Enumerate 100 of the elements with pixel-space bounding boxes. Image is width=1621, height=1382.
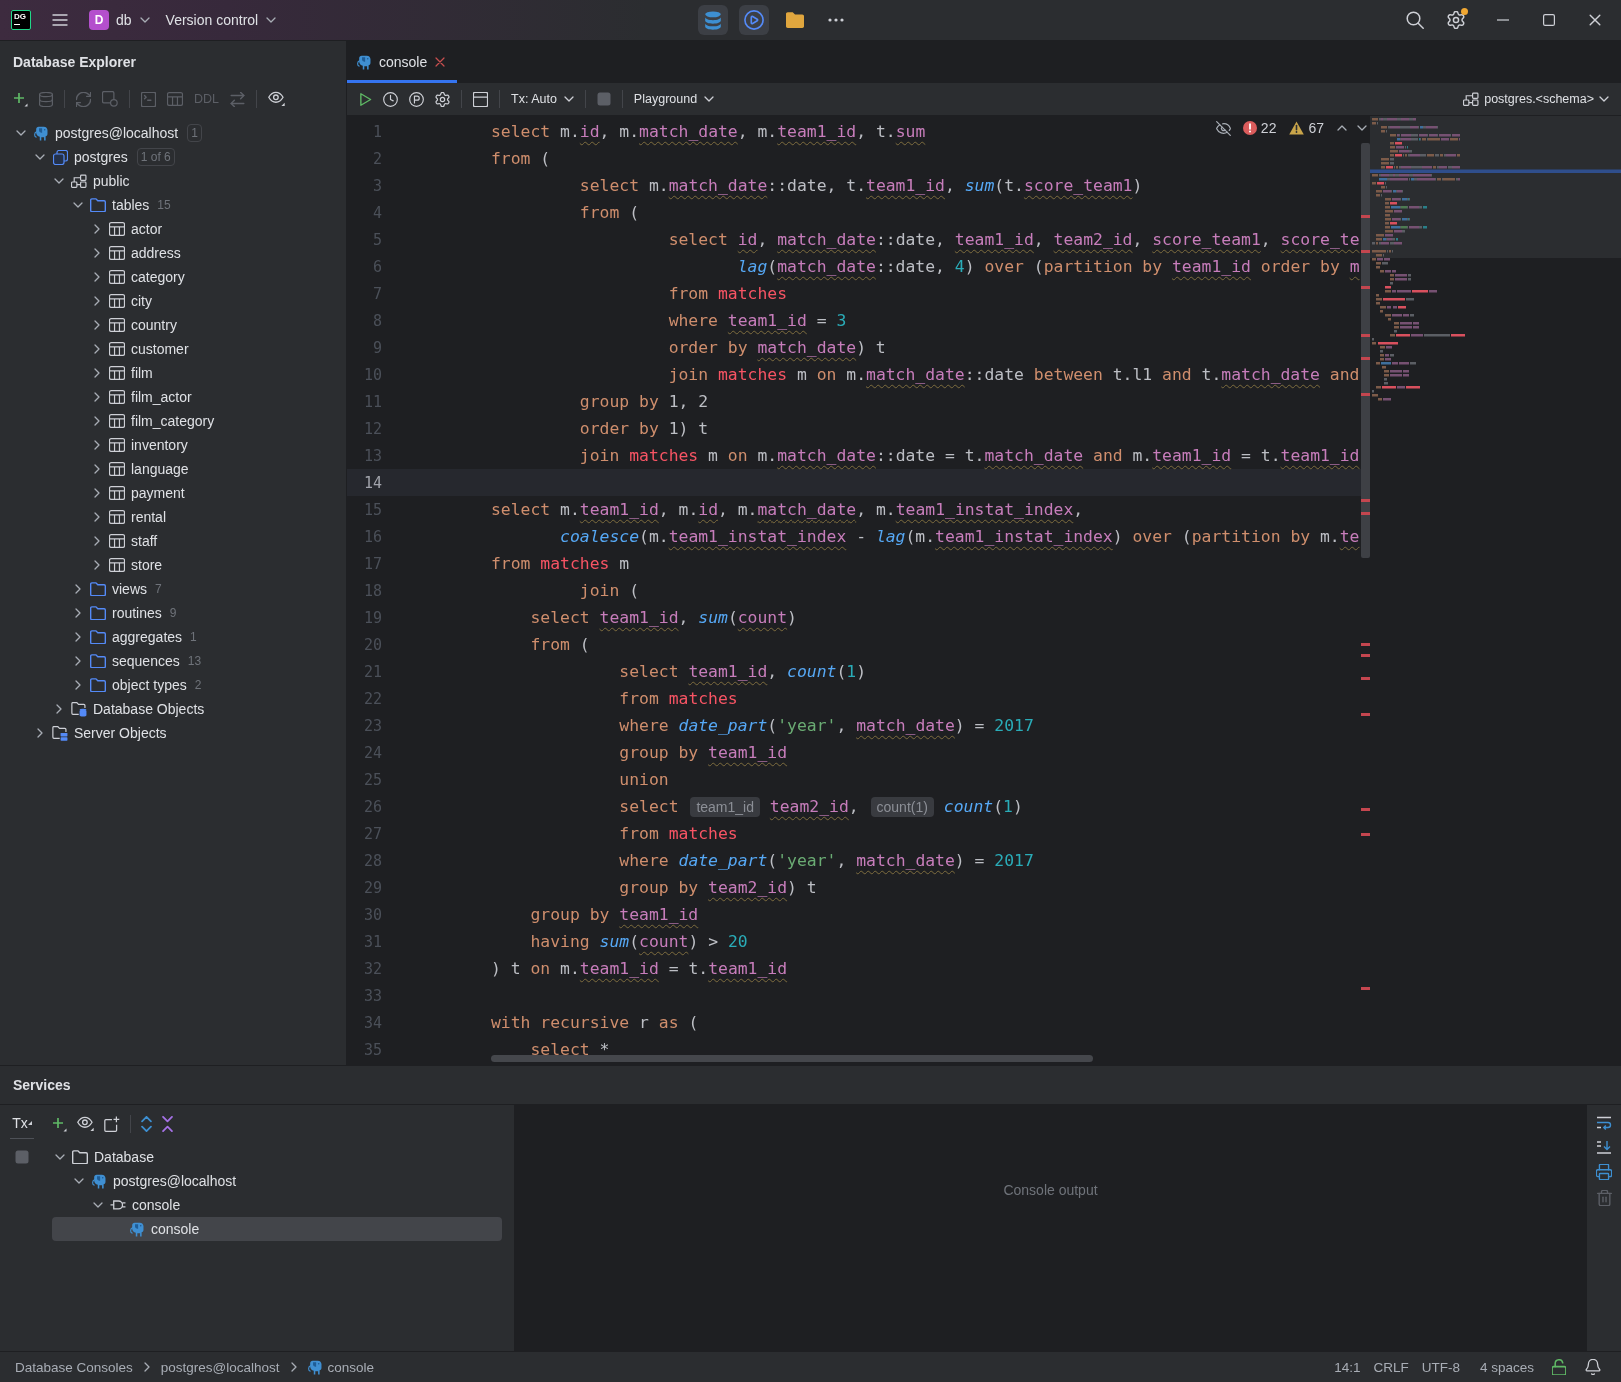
file-encoding[interactable]: UTF-8 <box>1421 1359 1460 1375</box>
chevron-right-icon[interactable] <box>94 560 100 570</box>
tree-item-label[interactable]: public <box>93 173 130 189</box>
chevron-right-icon[interactable] <box>94 224 100 234</box>
clock-icon[interactable] <box>383 91 398 107</box>
eye-icon[interactable] <box>268 91 285 107</box>
error-marker-icon[interactable] <box>1361 808 1370 811</box>
error-marker-icon[interactable] <box>1361 833 1370 836</box>
error-marker-icon[interactable] <box>1361 677 1370 680</box>
tree-item-label[interactable]: Server Objects <box>74 725 167 741</box>
error-marker-icon[interactable] <box>1361 987 1370 990</box>
chevron-down-icon[interactable] <box>16 130 26 136</box>
bell-icon[interactable] <box>1585 1359 1601 1375</box>
chevron-right-icon[interactable] <box>94 392 100 402</box>
play-icon[interactable] <box>359 91 372 107</box>
tree-item-label[interactable]: postgres@localhost <box>55 125 179 141</box>
panel-icon[interactable] <box>473 91 488 107</box>
error-marker-icon[interactable] <box>1361 357 1370 360</box>
chevron-down-icon[interactable] <box>73 202 83 208</box>
wrap-icon[interactable] <box>1596 1116 1612 1130</box>
vcs-dropdown[interactable]: Version control <box>165 12 277 28</box>
warning-count[interactable]: 67 <box>1308 120 1324 136</box>
tree-item-label[interactable]: payment <box>131 485 185 501</box>
maximize-icon[interactable] <box>1543 14 1555 26</box>
error-marker-icon[interactable] <box>1361 654 1370 657</box>
horizontal-scrollbar-thumb[interactable] <box>491 1055 1093 1062</box>
tree-item-label[interactable]: console <box>132 1197 181 1213</box>
printer-icon[interactable] <box>1596 1164 1612 1180</box>
chevron-up-icon[interactable] <box>1337 125 1347 131</box>
tree-item-label[interactable]: store <box>131 557 163 573</box>
chevron-right-icon[interactable] <box>94 248 100 258</box>
tree-item-label[interactable]: city <box>131 293 152 309</box>
search-icon[interactable] <box>1406 11 1424 29</box>
square-plus-icon[interactable] <box>104 1116 120 1132</box>
chevron-down-icon[interactable] <box>54 178 64 184</box>
tree-item-label[interactable]: routines <box>112 605 162 621</box>
expand-all-icon[interactable] <box>141 1116 152 1132</box>
settings-icon[interactable] <box>1447 11 1465 29</box>
chevron-right-icon[interactable] <box>94 464 100 474</box>
tree-item-label[interactable]: object types <box>112 677 187 693</box>
lock-open-icon[interactable] <box>1552 1359 1566 1375</box>
add-icon[interactable] <box>13 91 28 107</box>
tree-item-label[interactable]: views <box>112 581 147 597</box>
chevron-right-icon[interactable] <box>94 368 100 378</box>
error-marker-icon[interactable] <box>1361 713 1370 716</box>
tree-item-label[interactable]: sequences <box>112 653 180 669</box>
error-marker-icon[interactable] <box>1361 334 1370 337</box>
tree-item-label[interactable]: postgres@localhost <box>113 1173 237 1189</box>
scroll-end-icon[interactable] <box>1596 1140 1612 1154</box>
chevron-right-icon[interactable] <box>94 536 100 546</box>
settings-icon[interactable] <box>435 91 450 107</box>
chevron-right-icon[interactable] <box>75 608 81 618</box>
indent-setting[interactable]: 4 spaces <box>1479 1359 1534 1375</box>
add-icon[interactable] <box>52 1116 67 1132</box>
database-button[interactable] <box>698 5 729 35</box>
chevron-right-icon[interactable] <box>94 344 100 354</box>
error-marker-icon[interactable] <box>1361 499 1370 502</box>
eye-icon[interactable] <box>77 1116 94 1132</box>
chevron-right-icon[interactable] <box>94 440 100 450</box>
error-marker-icon[interactable] <box>1361 643 1370 646</box>
chevron-right-icon[interactable] <box>56 704 62 714</box>
tree-item-label[interactable]: address <box>131 245 181 261</box>
tree-item-label[interactable]: language <box>131 461 189 477</box>
tx-mode-dropdown[interactable]: Tx: Auto <box>511 92 574 106</box>
tree-item-label[interactable]: aggregates <box>112 629 183 645</box>
tree-item-label[interactable]: country <box>131 317 177 333</box>
playground-dropdown[interactable]: Playground <box>633 92 715 106</box>
scrollbar-thumb[interactable] <box>1361 143 1370 558</box>
breadcrumb[interactable]: postgres@localhost <box>160 1359 280 1375</box>
chevron-right-icon[interactable] <box>94 416 100 426</box>
chevron-right-icon[interactable] <box>94 488 100 498</box>
eye-off-icon[interactable] <box>1215 120 1231 136</box>
error-marker-icon[interactable] <box>1361 215 1370 218</box>
breadcrumb[interactable]: console <box>307 1359 375 1375</box>
chevron-down-icon[interactable] <box>35 154 45 160</box>
tree-item-label[interactable]: rental <box>131 509 167 525</box>
error-marker-icon[interactable] <box>1361 250 1370 253</box>
tree-item-label[interactable]: postgres <box>74 149 128 165</box>
project-dropdown[interactable]: db <box>116 12 150 28</box>
chevron-right-icon[interactable] <box>94 320 100 330</box>
tree-item-label[interactable]: film <box>131 365 153 381</box>
tree-item-label[interactable]: actor <box>131 221 163 237</box>
tx-mode-button[interactable]: Tx <box>10 1110 34 1139</box>
tree-item-label[interactable]: console <box>151 1221 200 1237</box>
chevron-down-icon[interactable] <box>93 1202 103 1208</box>
tree-item-label[interactable]: Database Objects <box>93 701 205 717</box>
tree-item-label[interactable]: staff <box>131 533 158 549</box>
tree-item-label[interactable]: customer <box>131 341 189 357</box>
tree-item-label[interactable]: film_category <box>131 413 215 429</box>
p-circle-icon[interactable] <box>409 91 424 107</box>
chevron-right-icon[interactable] <box>37 728 43 738</box>
run-button[interactable] <box>739 5 770 35</box>
chevron-down-icon[interactable] <box>1357 125 1367 131</box>
error-marker-icon[interactable] <box>1361 286 1370 289</box>
selected-tree-row[interactable]: console <box>52 1217 502 1241</box>
close-icon[interactable] <box>435 57 446 67</box>
tree-item-label[interactable]: Database <box>94 1149 154 1165</box>
tree-item-label[interactable]: category <box>131 269 185 285</box>
error-marker-icon[interactable] <box>1361 393 1370 396</box>
collapse-all-icon[interactable] <box>162 1116 173 1132</box>
